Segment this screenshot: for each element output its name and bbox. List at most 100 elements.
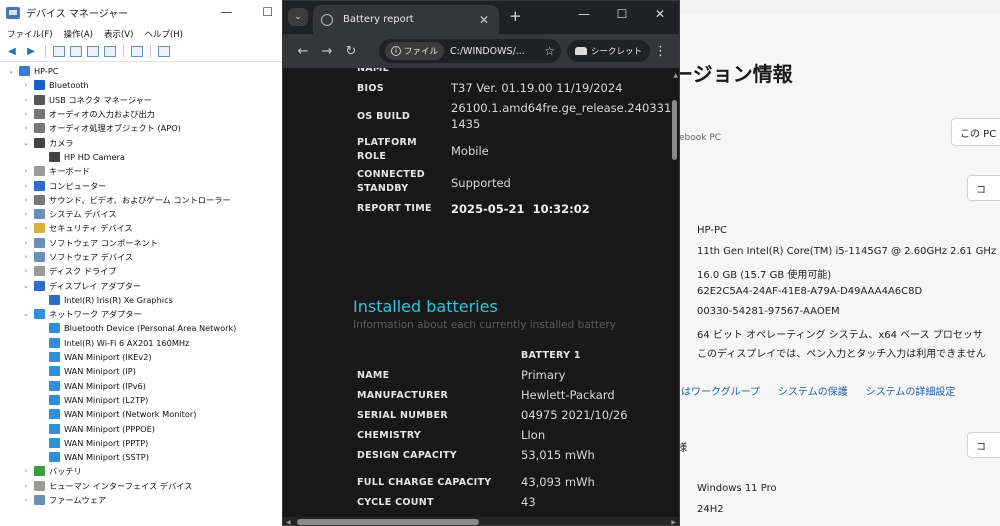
tree-item[interactable]: › USB コネクタ マネージャー — [0, 93, 283, 107]
copy-windows-specs-button[interactable]: コ — [967, 432, 1000, 458]
tree-item[interactable]: › オーディオの入力および出力 — [0, 107, 283, 121]
tree-item[interactable]: WAN Miniport (Network Monitor) — [0, 407, 283, 421]
chevron-right-icon[interactable]: › — [21, 496, 31, 504]
tree-item[interactable]: ⌄ HP-PC — [0, 64, 283, 78]
tree-item-label: Bluetooth Device (Personal Area Network) — [64, 323, 237, 334]
scroll-up-icon[interactable]: ▲ — [673, 72, 678, 79]
maximize-button[interactable]: ☐ — [262, 5, 273, 19]
chevron-right-icon[interactable]: › — [21, 81, 31, 89]
tree-item[interactable]: › キーボード — [0, 164, 283, 178]
tree-item[interactable]: ⌄ ネットワーク アダプター — [0, 307, 283, 321]
scan-hardware-icon[interactable] — [158, 46, 170, 57]
tree-item[interactable]: › セキュリティ デバイス — [0, 221, 283, 235]
tree-item[interactable]: Intel(R) Iris(R) Xe Graphics — [0, 293, 283, 307]
address-bar[interactable]: i ファイル C:/WINDOWS/... ☆ — [379, 39, 561, 63]
tree-item[interactable]: WAN Miniport (IPv6) — [0, 379, 283, 393]
network-icon — [49, 423, 60, 434]
tree-item[interactable]: › ディスク ドライブ — [0, 264, 283, 278]
chevron-right-icon[interactable]: › — [21, 467, 31, 475]
chevron-right-icon[interactable]: › — [21, 267, 31, 275]
component-icon — [34, 237, 45, 248]
chevron-down-icon[interactable]: ⌄ — [21, 310, 31, 318]
tree-item[interactable]: ⌄ ディスプレイ アダプター — [0, 278, 283, 292]
close-tab-icon[interactable]: ✕ — [479, 13, 489, 27]
tree-item[interactable]: › ヒューマン インターフェイス デバイス — [0, 479, 283, 493]
tree-item[interactable]: WAN Miniport (L2TP) — [0, 393, 283, 407]
help-icon[interactable] — [87, 46, 99, 57]
browser-minimize-button[interactable]: — — [565, 7, 603, 21]
advanced-system-settings-link[interactable]: システムの詳細設定 — [866, 383, 956, 398]
tab-battery-report[interactable]: Battery report ✕ — [313, 5, 499, 34]
horizontal-scrollbar[interactable] — [297, 519, 479, 525]
menu-file[interactable]: ファイル(F) — [7, 28, 53, 40]
chevron-right-icon[interactable]: › — [21, 96, 31, 104]
tree-item[interactable]: › バッテリ — [0, 464, 283, 478]
tree-item[interactable]: WAN Miniport (IP) — [0, 364, 283, 378]
rename-pc-button[interactable]: この PC の — [951, 118, 1000, 146]
menu-bar: ファイル(F) 操作(A) 表示(V) ヘルプ(H) — [0, 25, 283, 42]
spec-version: 24H2 — [697, 504, 724, 515]
chevron-right-icon[interactable]: › — [21, 239, 31, 247]
chevron-right-icon[interactable]: › — [21, 182, 31, 190]
forward-button[interactable]: → — [315, 44, 339, 59]
browser-maximize-button[interactable]: ☐ — [603, 7, 641, 21]
minimize-button[interactable]: — — [220, 5, 232, 19]
menu-view[interactable]: 表示(V) — [104, 28, 133, 40]
tree-item[interactable]: WAN Miniport (IKEv2) — [0, 350, 283, 364]
back-arrow-icon[interactable]: ◀ — [5, 46, 19, 58]
tab-search-button[interactable]: ⌄ — [288, 8, 308, 26]
tree-item[interactable]: WAN Miniport (PPPOE) — [0, 421, 283, 435]
tree-item[interactable]: WAN Miniport (SSTP) — [0, 450, 283, 464]
view-icon[interactable] — [104, 46, 116, 57]
reload-button[interactable]: ↻ — [339, 44, 363, 59]
tree-item[interactable]: › ソフトウェア デバイス — [0, 250, 283, 264]
domain-workgroup-link[interactable]: たはワークグループ — [671, 383, 760, 398]
properties-icon[interactable] — [70, 46, 82, 57]
forward-arrow-icon[interactable]: ▶ — [24, 46, 38, 58]
more-options-icon[interactable]: ⋮ — [654, 44, 667, 59]
scroll-left-icon[interactable]: ◀ — [286, 519, 291, 525]
system-protection-link[interactable]: システムの保護 — [778, 383, 848, 398]
chevron-down-icon[interactable]: ⌄ — [21, 282, 31, 290]
update-driver-icon[interactable] — [131, 46, 143, 57]
tree-item[interactable]: › ソフトウェア コンポーネント — [0, 236, 283, 250]
navigation-bar: ← → ↻ i ファイル C:/WINDOWS/... ☆ シークレット ⋮ — [283, 34, 679, 68]
tree-item[interactable]: Intel(R) Wi-Fi 6 AX201 160MHz — [0, 336, 283, 350]
menu-help[interactable]: ヘルプ(H) — [144, 28, 183, 40]
chevron-down-icon[interactable]: ⌄ — [21, 139, 31, 147]
url-text[interactable]: C:/WINDOWS/... — [450, 46, 544, 57]
show-hide-console-tree-icon[interactable] — [53, 46, 65, 57]
chevron-right-icon[interactable]: › — [21, 253, 31, 261]
chevron-right-icon[interactable]: › — [21, 210, 31, 218]
tree-item[interactable]: Bluetooth Device (Personal Area Network) — [0, 321, 283, 335]
tree-item[interactable]: ⌄ カメラ — [0, 135, 283, 149]
browser-close-button[interactable]: ✕ — [641, 7, 679, 21]
tree-item[interactable]: › Bluetooth — [0, 78, 283, 92]
report-value-connected-standby: Supported — [451, 176, 511, 190]
chevron-right-icon[interactable]: › — [21, 110, 31, 118]
tree-item-label: キーボード — [49, 166, 90, 177]
copy-device-specs-button[interactable]: コ — [967, 175, 1000, 201]
tree-item[interactable]: HP HD Camera — [0, 150, 283, 164]
incognito-badge[interactable]: シークレット — [567, 40, 651, 62]
tree-item[interactable]: › システム デバイス — [0, 207, 283, 221]
chevron-right-icon[interactable]: › — [21, 482, 31, 490]
new-tab-button[interactable]: + — [509, 7, 522, 25]
menu-action[interactable]: 操作(A) — [64, 28, 93, 40]
scroll-right-icon[interactable]: ▶ — [671, 519, 676, 525]
vertical-scrollbar[interactable] — [672, 100, 677, 160]
chevron-down-icon[interactable]: ⌄ — [6, 67, 16, 75]
tree-item[interactable]: › サウンド、ビデオ、およびゲーム コントローラー — [0, 193, 283, 207]
tree-item[interactable]: › コンピューター — [0, 178, 283, 192]
bookmark-star-icon[interactable]: ☆ — [544, 44, 555, 58]
tree-item[interactable]: WAN Miniport (PPTP) — [0, 436, 283, 450]
site-info-chip[interactable]: i ファイル — [385, 42, 445, 60]
chevron-right-icon[interactable]: › — [21, 224, 31, 232]
back-button[interactable]: ← — [291, 44, 315, 59]
chevron-right-icon[interactable]: › — [21, 124, 31, 132]
chevron-right-icon[interactable]: › — [21, 196, 31, 204]
chevron-right-icon[interactable]: › — [21, 167, 31, 175]
tree-item-label: WAN Miniport (PPTP) — [64, 437, 149, 448]
tree-item[interactable]: › オーディオ処理オブジェクト (APO) — [0, 121, 283, 135]
tree-item[interactable]: › ファームウェア — [0, 493, 283, 507]
